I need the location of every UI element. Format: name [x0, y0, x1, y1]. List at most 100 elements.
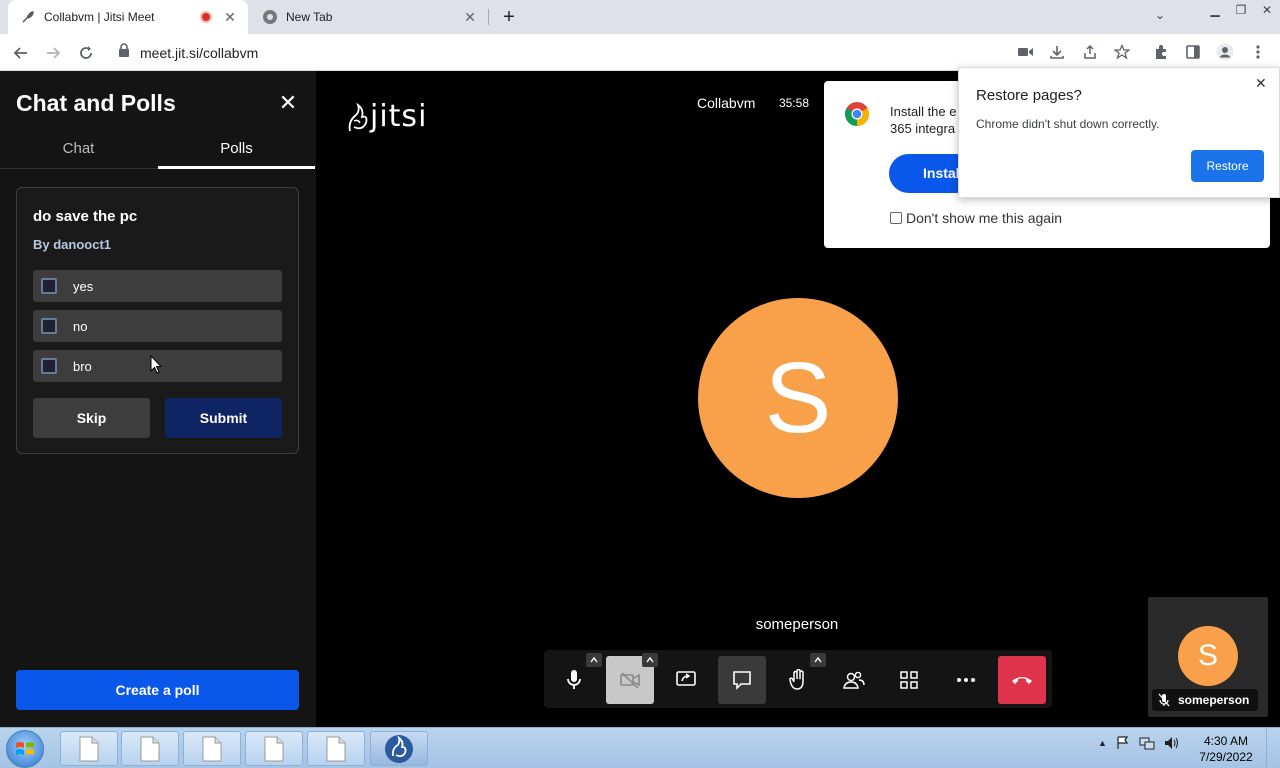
- lock-icon[interactable]: [118, 43, 130, 62]
- menu-kebab-icon[interactable]: [1248, 42, 1268, 62]
- submit-button[interactable]: Submit: [165, 398, 282, 438]
- chevron-up-icon[interactable]: [586, 653, 602, 667]
- phone-hangup-icon: [1012, 677, 1032, 684]
- feather-icon: [20, 9, 36, 25]
- address-bar[interactable]: meet.jit.si/collabvm: [108, 38, 1008, 67]
- option-label: yes: [73, 278, 94, 294]
- install-app-icon[interactable]: [1047, 42, 1067, 62]
- taskbar-item[interactable]: [183, 731, 241, 766]
- sidebar-title: Chat and Polls: [16, 90, 176, 116]
- forward-icon[interactable]: [42, 42, 64, 64]
- dont-show-checkbox[interactable]: [890, 212, 902, 224]
- close-icon[interactable]: ✕: [1255, 75, 1267, 92]
- close-window-button[interactable]: ✕: [1254, 0, 1280, 20]
- minimize-button[interactable]: ▁: [1202, 0, 1228, 20]
- window-controls: ▁ ❐ ✕: [1202, 0, 1280, 30]
- chat-button[interactable]: [718, 656, 766, 704]
- new-tab-button[interactable]: +: [498, 7, 520, 29]
- system-tray: ▲: [1098, 736, 1180, 750]
- taskbar-item[interactable]: [307, 731, 365, 766]
- taskbar-item[interactable]: [60, 731, 118, 766]
- start-button[interactable]: [6, 730, 44, 768]
- windows-logo-icon: [16, 742, 34, 755]
- camera-off-icon: [620, 672, 640, 689]
- bookmark-star-icon[interactable]: [1112, 42, 1132, 62]
- hangup-button[interactable]: [998, 656, 1046, 704]
- tab-chat[interactable]: Chat: [0, 131, 157, 169]
- clock-time: 4:30 AM: [1203, 734, 1249, 748]
- participant-thumbnail[interactable]: S someperson: [1148, 597, 1268, 717]
- tile-view-button[interactable]: [885, 656, 933, 704]
- browser-tab-newtab[interactable]: New Tab ✕: [250, 0, 488, 34]
- reload-icon[interactable]: [75, 42, 97, 64]
- close-icon[interactable]: ✕: [462, 9, 478, 25]
- chat-polls-sidebar: Chat and Polls ✕ Chat Polls do save the …: [0, 71, 316, 727]
- document-icon: [79, 736, 99, 761]
- option-checkbox[interactable]: [41, 318, 57, 334]
- option-label: no: [73, 318, 88, 334]
- avatar: S: [698, 298, 898, 498]
- document-icon: [326, 736, 346, 761]
- url-text: meet.jit.si/collabvm: [140, 44, 259, 61]
- tab-polls[interactable]: Polls: [158, 131, 315, 169]
- more-actions-button[interactable]: [942, 656, 990, 704]
- mouse-cursor-icon: [150, 355, 162, 374]
- browser-tab-bar: Collabvm | Jitsi Meet ✕ New Tab ✕ + ⌄ ▁ …: [0, 0, 1280, 34]
- participants-button[interactable]: [830, 656, 878, 704]
- hand-icon: [789, 669, 804, 690]
- document-icon: [264, 736, 284, 761]
- browser-tab-jitsi[interactable]: Collabvm | Jitsi Meet ✕: [8, 0, 248, 34]
- show-desktop-button[interactable]: [1266, 728, 1280, 768]
- create-poll-button[interactable]: Create a poll: [16, 670, 299, 710]
- poll-card: do save the pc By danooct1 yes no bro Sk…: [16, 187, 299, 454]
- dont-show-again[interactable]: Don't show me this again: [890, 210, 1062, 226]
- avatar: S: [1178, 626, 1238, 686]
- tab-search-icon[interactable]: ⌄: [1152, 8, 1168, 24]
- chat-icon: [733, 671, 751, 690]
- poll-question: do save the pc: [33, 208, 138, 225]
- thumbnail-name: someperson: [1178, 693, 1250, 707]
- screen-share-button[interactable]: [662, 656, 710, 704]
- network-icon[interactable]: [1139, 736, 1155, 750]
- flag-icon[interactable]: [1116, 736, 1130, 750]
- side-panel-icon[interactable]: [1183, 42, 1203, 62]
- meeting-timer: 35:58: [779, 96, 810, 110]
- taskbar-item[interactable]: [121, 731, 179, 766]
- extensions-icon[interactable]: [1151, 42, 1171, 62]
- more-icon: [957, 678, 975, 682]
- profile-icon[interactable]: [1215, 42, 1235, 62]
- taskbar-item-active[interactable]: [370, 731, 428, 766]
- restore-pages-popup: Restore pages? Chrome didn't shut down c…: [958, 67, 1280, 198]
- option-checkbox[interactable]: [41, 358, 57, 374]
- poll-option[interactable]: yes: [33, 270, 282, 302]
- chevron-up-icon[interactable]: ▲: [1098, 738, 1107, 748]
- taskbar-item[interactable]: [245, 731, 303, 766]
- restore-message: Chrome didn't shut down correctly.: [976, 117, 1160, 131]
- dont-show-label: Don't show me this again: [906, 210, 1062, 226]
- volume-icon[interactable]: [1164, 736, 1180, 750]
- restore-window-button[interactable]: ❐: [1228, 0, 1254, 20]
- app-icon: [385, 734, 413, 763]
- chevron-up-icon[interactable]: [642, 653, 658, 667]
- taskbar-clock[interactable]: 4:30 AM 7/29/2022: [1196, 733, 1256, 765]
- chevron-up-icon[interactable]: [810, 653, 826, 667]
- option-label: bro: [73, 358, 92, 374]
- meeting-name: Collabvm: [697, 95, 756, 111]
- camera-icon[interactable]: [1016, 42, 1036, 62]
- microphone-muted-icon: [1158, 693, 1170, 707]
- tab-divider: [488, 9, 489, 25]
- poll-option[interactable]: no: [33, 310, 282, 342]
- close-icon[interactable]: ✕: [278, 92, 298, 114]
- share-icon[interactable]: [1080, 42, 1100, 62]
- clock-date: 7/29/2022: [1199, 750, 1253, 764]
- skip-button[interactable]: Skip: [33, 398, 150, 438]
- participants-icon: [843, 671, 865, 689]
- tab-title: Collabvm | Jitsi Meet: [44, 10, 155, 24]
- chrome-logo-icon: [845, 102, 869, 126]
- back-icon[interactable]: [10, 42, 32, 64]
- document-icon: [202, 736, 222, 761]
- close-icon[interactable]: ✕: [222, 9, 238, 25]
- restore-button[interactable]: Restore: [1191, 150, 1264, 182]
- option-checkbox[interactable]: [41, 278, 57, 294]
- meeting-toolbar: [544, 650, 1052, 708]
